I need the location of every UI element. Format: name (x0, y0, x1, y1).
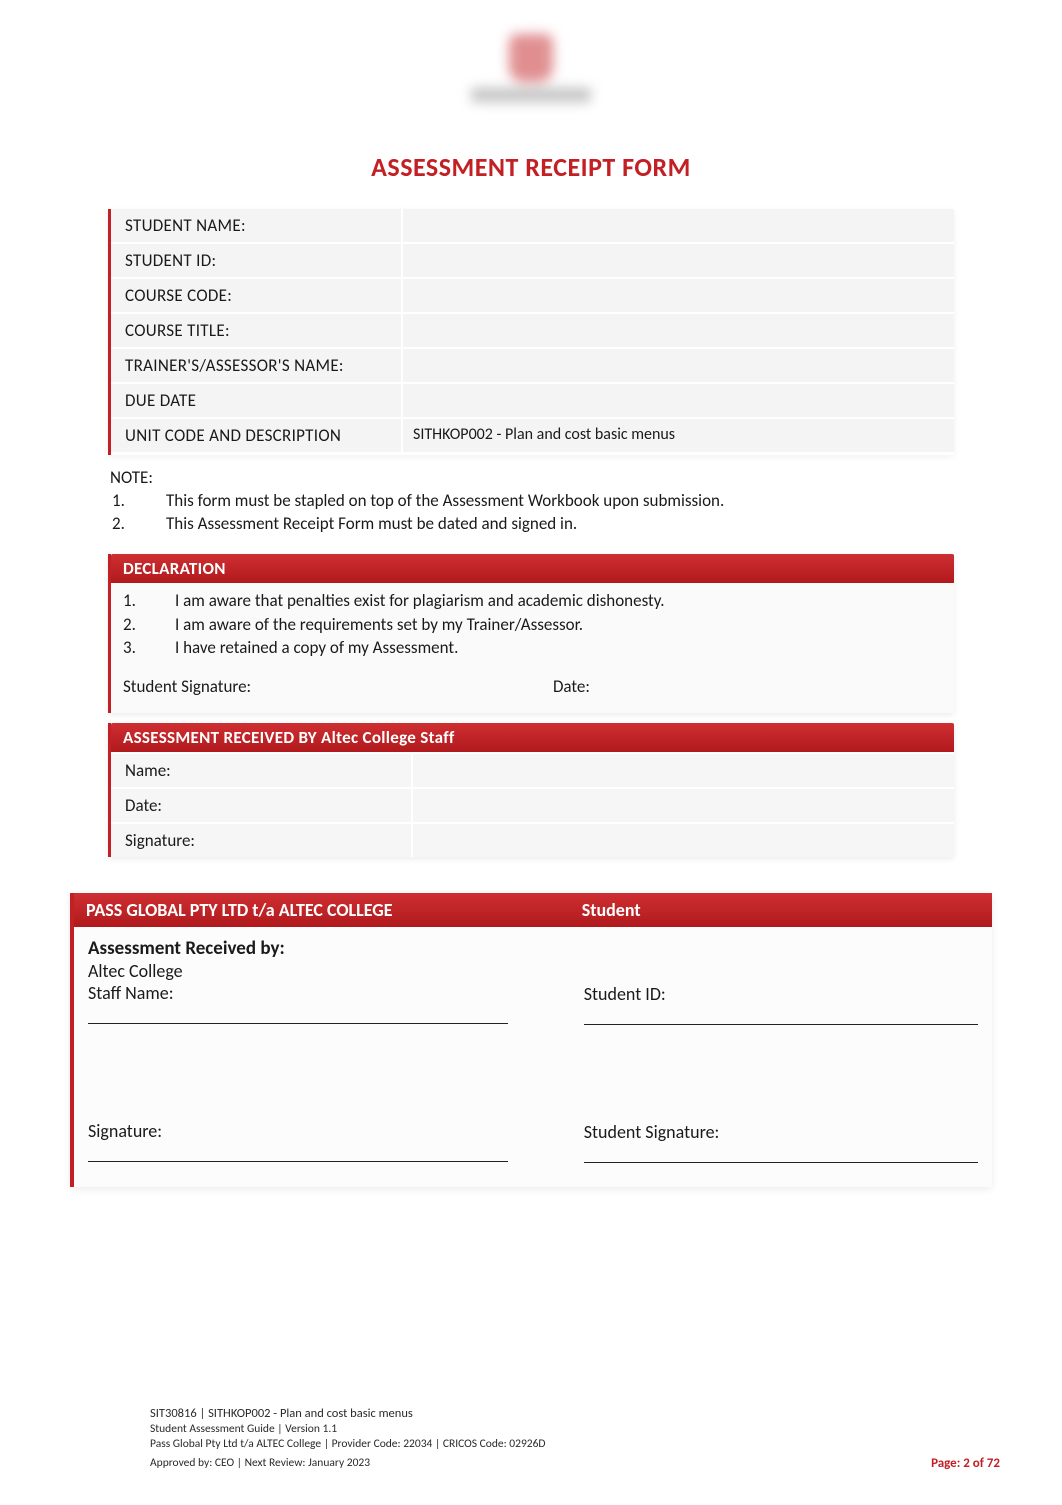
note-text-2: This Assessment Receipt Form must be dat… (166, 513, 577, 536)
date-label: Date: (553, 676, 942, 697)
label-course-title: COURSE TITLE: (111, 314, 401, 347)
declaration-text-3: I have retained a copy of my Assessment. (175, 636, 458, 660)
received-name-label: Name: (111, 754, 411, 787)
label-student-name: STUDENT NAME: (111, 209, 401, 242)
student-signature-label: Student Signature: (123, 676, 553, 697)
value-student-id[interactable] (401, 244, 954, 277)
label-unit-code: UNIT CODE AND DESCRIPTION (111, 419, 401, 452)
bottom-right-header: Student (570, 893, 992, 927)
note-text-1: This form must be stapled on top of the … (166, 490, 724, 513)
staff-name-line[interactable] (88, 1006, 508, 1024)
declaration-item: 2.I am aware of the requirements set by … (123, 613, 942, 637)
value-unit-code: SITHKOP002 - Plan and cost basic menus (401, 419, 954, 452)
declaration-item: 1.I am aware that penalties exist for pl… (123, 589, 942, 613)
value-trainer-name[interactable] (401, 349, 954, 382)
note-item: 2.This Assessment Receipt Form must be d… (110, 513, 952, 536)
org-line: Altec College (88, 960, 556, 982)
received-date-label: Date: (111, 789, 411, 822)
declaration-header: DECLARATION (111, 554, 954, 583)
bottom-right-column: Student ID: Student Signature: (570, 927, 992, 1187)
note-item: 1.This form must be stapled on top of th… (110, 490, 952, 513)
received-box: ASSESSMENT RECEIVED BY Altec College Sta… (108, 723, 954, 857)
footer-line-2: Student Assessment Guide | Version 1.1 (150, 1422, 1002, 1437)
student-signature-line[interactable] (584, 1145, 978, 1163)
logo-area (60, 28, 1002, 133)
page-number: Page: 2 of 72 (931, 1456, 1000, 1471)
label-due-date: DUE DATE (111, 384, 401, 417)
page-title: ASSESSMENT RECEIPT FORM (60, 151, 1002, 183)
note-block: NOTE: 1.This form must be stapled on top… (108, 463, 954, 544)
label-student-id: STUDENT ID: (111, 244, 401, 277)
assessment-received-by-label: Assessment Received by: (88, 937, 556, 960)
declaration-item: 3.I have retained a copy of my Assessmen… (123, 636, 942, 660)
received-date-value[interactable] (411, 789, 954, 822)
footer-line-4: Approved by: CEO | Next Review: January … (150, 1456, 1002, 1471)
bottom-left-column: Assessment Received by: Altec College St… (74, 927, 570, 1187)
declaration-text-2: I am aware of the requirements set by my… (175, 613, 583, 637)
student-id-line[interactable] (584, 1007, 978, 1025)
title-form: FORM (622, 151, 691, 183)
footer-line-1: SIT30816 | SITHKOP002 - Plan and cost ba… (150, 1406, 1002, 1422)
label-course-code: COURSE CODE: (111, 279, 401, 312)
student-id-label-bottom: Student ID: (584, 983, 978, 1005)
declaration-text-1: I am aware that penalties exist for plag… (175, 589, 665, 613)
received-header: ASSESSMENT RECEIVED BY Altec College Sta… (111, 723, 954, 752)
label-trainer-name: TRAINER'S/ASSESSOR'S NAME: (111, 349, 401, 382)
declaration-box: DECLARATION 1.I am aware that penalties … (108, 554, 954, 713)
received-name-value[interactable] (411, 754, 954, 787)
note-heading: NOTE: (110, 467, 952, 488)
staff-name-label: Staff Name: (88, 982, 556, 1004)
bottom-panel: PASS GLOBAL PTY LTD t/a ALTEC COLLEGE St… (70, 893, 992, 1187)
title-main: ASSESSMENT RECEIPT (371, 151, 616, 183)
received-signature-label: Signature: (111, 824, 411, 857)
staff-signature-label: Signature: (88, 1120, 556, 1142)
student-info-table: STUDENT NAME: STUDENT ID: COURSE CODE: C… (108, 209, 954, 455)
value-course-code[interactable] (401, 279, 954, 312)
footer-line-3: Pass Global Pty Ltd t/a ALTEC College | … (150, 1437, 1002, 1452)
value-due-date[interactable] (401, 384, 954, 417)
received-signature-value[interactable] (411, 824, 954, 857)
college-logo (421, 28, 641, 128)
bottom-left-header: PASS GLOBAL PTY LTD t/a ALTEC COLLEGE (74, 893, 570, 927)
student-signature-label-bottom: Student Signature: (584, 1121, 978, 1143)
value-student-name[interactable] (401, 209, 954, 242)
value-course-title[interactable] (401, 314, 954, 347)
page-footer: SIT30816 | SITHKOP002 - Plan and cost ba… (0, 1406, 1062, 1471)
staff-signature-line[interactable] (88, 1144, 508, 1162)
